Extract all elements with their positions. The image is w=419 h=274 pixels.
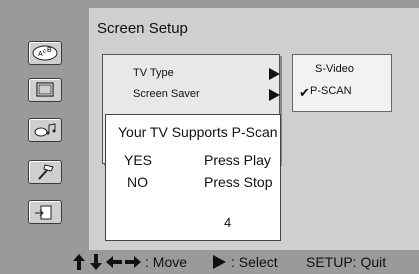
no-action: Press Stop [204,174,273,190]
svg-text:c: c [43,49,46,55]
quit-hint: SETUP: Quit [306,254,387,270]
music-icon[interactable] [28,118,62,142]
abc-bubble-icon[interactable]: A c B [28,41,62,65]
arrow-up-icon [73,254,85,270]
arrow-right-icon [125,256,141,268]
select-hint: : Select [231,254,278,270]
check-icon: ✔ [299,85,310,100]
yes-key: YES [124,152,153,168]
tv-type-options: S-Video ✔ P-SCAN [292,54,392,112]
countdown: 4 [224,215,232,230]
option-p-scan[interactable]: P-SCAN [310,85,352,97]
pscan-dialog: Your TV Supports P-Scan YES Press Play N… [105,114,281,241]
submenu-arrow-icon [269,89,280,101]
dialog-message: Your TV Supports P-Scan [118,124,278,140]
option-s-video[interactable]: S-Video [315,63,354,75]
svg-text:B: B [47,47,52,54]
page-title: Screen Setup [97,20,188,37]
yes-action: Press Play [204,152,271,168]
move-hint: : Move [145,254,188,270]
footer-bar: : Move : Select SETUP: Quit [0,250,419,274]
arrow-left-icon [106,256,122,268]
menu-item-tv-type[interactable]: TV Type [133,67,174,79]
submenu-arrow-icon [269,68,280,80]
exit-icon[interactable] [28,200,62,224]
no-key: NO [127,174,148,190]
play-icon [213,255,226,269]
hammer-icon[interactable] [28,160,62,184]
arrow-down-icon [90,254,102,270]
tv-icon[interactable] [28,78,62,102]
sidebar: A c B [0,0,82,250]
menu-item-screen-saver[interactable]: Screen Saver [133,88,200,100]
